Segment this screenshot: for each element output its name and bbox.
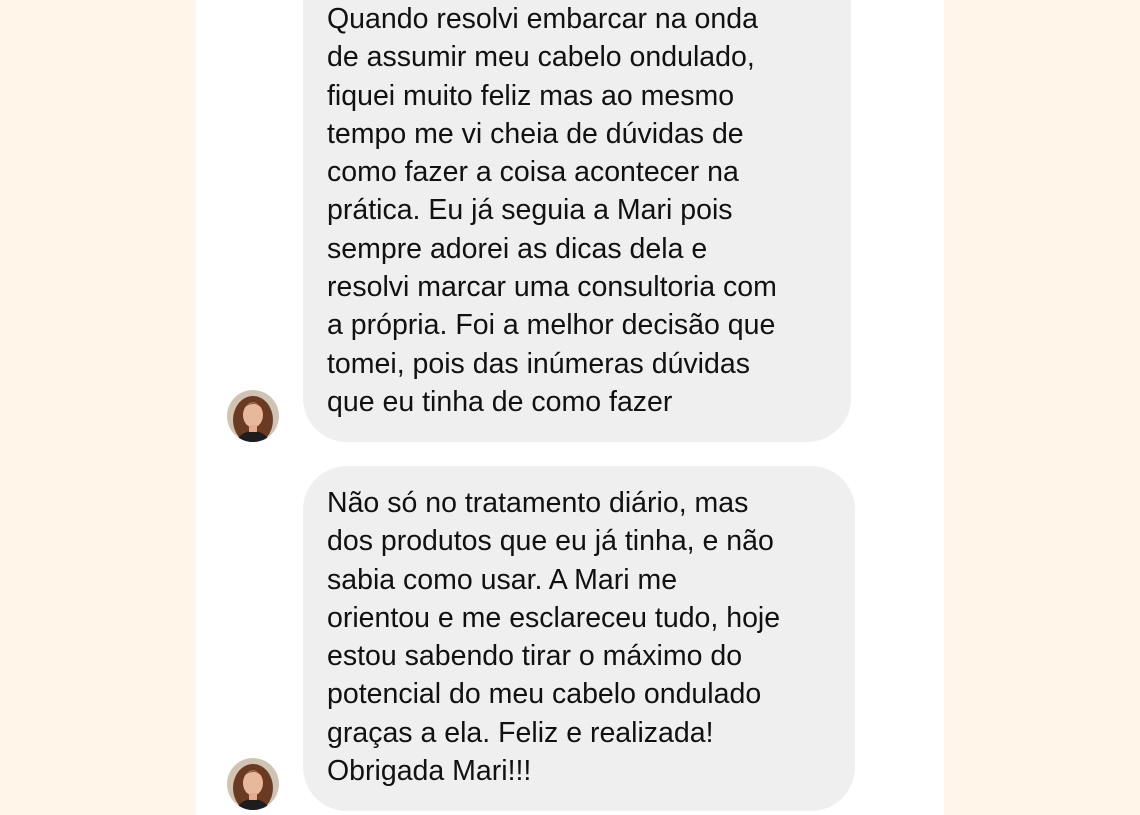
message-line: que eu tinha de como fazer [327,385,673,418]
chat-panel: Quando resolvi embarcar na onda de assum… [196,0,944,815]
message-line: Quando resolvi embarcar na onda [327,3,758,35]
message-line: dos produtos que eu já tinha, e não [327,525,774,558]
sender-avatar[interactable] [227,390,279,442]
message-line: sempre adorei as dicas dela e [327,232,708,265]
message-line: resolvi marcar uma consultoria com [327,271,777,304]
message-line: Não só no tratamento diário, mas [327,487,749,519]
message-line: graças a ela. Feliz e realizada! [327,716,714,749]
message-bubble[interactable]: Não só no tratamento diário, mas dos pro… [303,466,855,811]
message-line: Obrigada Mari!!! [327,755,532,788]
message-line: como fazer a coisa acontecer na [327,156,739,189]
message-line: potencial do meu cabelo ondulado [327,678,762,711]
message-line: tomei, pois das inúmeras dúvidas [327,347,750,380]
woman-portrait-avatar-icon [227,390,279,442]
message-line: sabia como usar. A Mari me [327,563,678,596]
message-line: tempo me vi cheia de dúvidas de [327,117,744,150]
message-line: orientou e me esclareceu tudo, hoje [327,601,781,634]
message-line: prática. Eu já seguia a Mari pois [327,194,733,227]
sender-avatar[interactable] [227,758,279,810]
woman-portrait-avatar-icon [227,758,279,810]
message-bubble[interactable]: Quando resolvi embarcar na onda de assum… [303,0,851,442]
message-line: fiquei muito feliz mas ao mesmo [327,79,735,112]
message-line: a própria. Foi a melhor decisão que [327,309,776,342]
message-line: estou sabendo tirar o máximo do [327,640,743,673]
message-line: de assumir meu cabelo ondulado, [327,41,755,74]
